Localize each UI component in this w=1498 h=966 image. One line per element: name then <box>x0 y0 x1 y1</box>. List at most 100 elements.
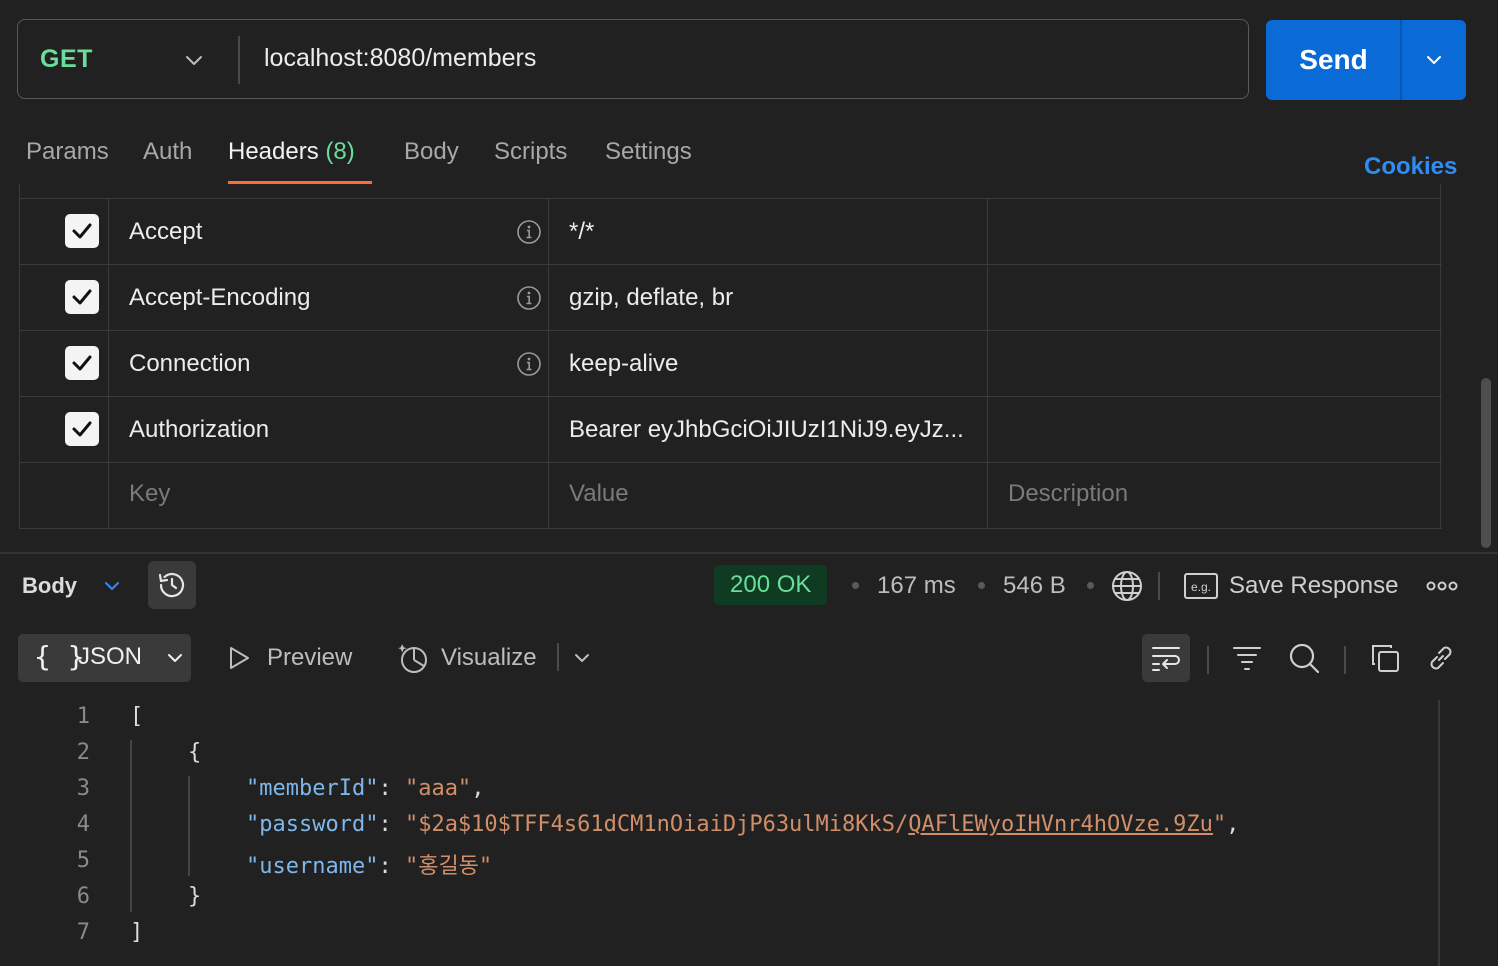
save-response-button[interactable]: Save Response <box>1229 572 1398 600</box>
braces-icon: { } <box>34 640 85 673</box>
json-key: "memberId" <box>246 776 379 801</box>
header-value[interactable]: */* <box>569 218 594 246</box>
tab-headers-label: Headers <box>228 138 319 165</box>
header-value[interactable]: Bearer eyJhbGciOiJIUzI1NiJ9.eyJz... <box>569 416 964 444</box>
line-number: 7 <box>76 920 90 945</box>
pane-divider[interactable] <box>0 552 1498 554</box>
format-select[interactable]: { } JSON <box>18 634 191 682</box>
status-badge[interactable]: 200 OK <box>714 565 828 605</box>
header-description[interactable] <box>988 397 1440 462</box>
globe-icon[interactable] <box>1110 569 1144 603</box>
row-checkbox[interactable] <box>65 280 99 314</box>
line-number: 2 <box>76 740 90 765</box>
chevron-down-icon[interactable] <box>182 48 206 72</box>
chevron-down-icon <box>1427 56 1441 64</box>
line-number: 3 <box>76 776 90 801</box>
header-key[interactable]: Accept-Encoding <box>129 284 310 312</box>
copy-icon[interactable] <box>1370 643 1400 673</box>
divider <box>557 643 559 671</box>
search-icon[interactable] <box>1288 642 1320 674</box>
more-options-icon[interactable] <box>1426 576 1458 596</box>
value-input[interactable]: Value <box>569 480 629 508</box>
response-body-label[interactable]: Body <box>22 573 77 599</box>
cookies-link[interactable]: Cookies <box>1364 153 1457 181</box>
tab-body[interactable]: Body <box>404 138 459 166</box>
info-icon[interactable] <box>516 285 542 311</box>
format-label: JSON <box>78 643 143 670</box>
line-number: 6 <box>76 884 90 909</box>
json-string-link[interactable]: QAFlEWyoIHVnr4hOVze.9Zu <box>908 812 1213 837</box>
header-key[interactable]: Accept <box>129 218 202 246</box>
key-input[interactable]: Key <box>129 480 170 508</box>
history-button[interactable] <box>148 561 196 609</box>
json-string: "$2a$10$TFF4s61dCM1nOiaiDjP63ulMi8KkS/ <box>404 812 909 837</box>
send-options-button[interactable] <box>1402 20 1466 100</box>
json-string: "aaa" <box>404 776 472 801</box>
chevron-down-icon <box>168 654 182 662</box>
tab-scripts[interactable]: Scripts <box>494 138 567 166</box>
scrollbar[interactable] <box>1481 378 1491 548</box>
url-input[interactable]: localhost:8080/members <box>264 44 536 73</box>
code-line: { <box>188 740 202 765</box>
line-number: 5 <box>76 848 90 873</box>
row-checkbox[interactable] <box>65 412 99 446</box>
json-string: " <box>1212 812 1227 837</box>
code-line: "password": "$2a$10$TFF4s61dCM1nOiaiDjP6… <box>246 812 1240 837</box>
header-description[interactable] <box>988 265 1440 330</box>
chevron-down-icon[interactable] <box>570 646 594 670</box>
tab-auth[interactable]: Auth <box>143 138 192 166</box>
row-checkbox[interactable] <box>65 214 99 248</box>
info-icon[interactable] <box>516 219 542 245</box>
headers-count-badge: (8) <box>325 138 355 165</box>
header-description[interactable] <box>988 199 1440 264</box>
tab-params[interactable]: Params <box>26 138 109 166</box>
checkmark-icon <box>72 421 92 437</box>
code-line: ] <box>130 920 144 945</box>
header-value[interactable]: gzip, deflate, br <box>569 284 733 312</box>
tab-headers[interactable]: Headers (8) <box>228 138 355 166</box>
code-line: "username": "홍길동" <box>246 854 493 879</box>
method-select[interactable]: GET <box>40 45 93 74</box>
json-string: "홍길동" <box>404 854 493 879</box>
response-size[interactable]: 546 B <box>1003 572 1066 600</box>
info-icon[interactable] <box>516 351 542 377</box>
description-input[interactable]: Description <box>1008 480 1128 508</box>
divider <box>1207 646 1209 674</box>
table-row: Accept */* <box>20 199 1442 265</box>
indent-guide <box>130 740 132 912</box>
header-key[interactable]: Connection <box>129 350 250 378</box>
preview-button[interactable]: Preview <box>267 644 352 672</box>
header-key[interactable]: Authorization <box>129 416 269 444</box>
line-number: 1 <box>76 704 90 729</box>
header-description[interactable] <box>988 331 1440 396</box>
header-value[interactable]: keep-alive <box>569 350 678 378</box>
divider <box>1344 646 1346 674</box>
chevron-down-icon[interactable] <box>100 574 124 598</box>
json-key: "username" <box>246 854 379 879</box>
history-icon <box>158 572 185 598</box>
separator-dot <box>852 582 859 589</box>
divider <box>1158 572 1160 600</box>
code-line: "memberId": "aaa", <box>246 776 485 801</box>
checkmark-icon <box>72 223 92 239</box>
wrap-lines-button[interactable] <box>1142 634 1190 682</box>
wrap-icon <box>1152 647 1180 671</box>
separator-dot <box>1087 582 1094 589</box>
visualize-icon[interactable] <box>397 641 431 675</box>
row-checkbox[interactable] <box>65 346 99 380</box>
send-button[interactable]: Send <box>1266 20 1401 100</box>
visualize-button[interactable]: Visualize <box>441 644 537 672</box>
link-icon[interactable] <box>1426 643 1456 673</box>
response-time[interactable]: 167 ms <box>877 572 956 600</box>
indent-guide <box>188 776 190 876</box>
json-key: "password" <box>246 812 379 837</box>
filter-icon[interactable] <box>1232 643 1262 673</box>
checkmark-icon <box>72 355 92 371</box>
table-row: Authorization Bearer eyJhbGciOiJIUzI1NiJ… <box>20 397 1442 463</box>
table-row: Accept-Encoding gzip, deflate, br <box>20 265 1442 331</box>
example-icon: e.g. <box>1184 573 1218 599</box>
headers-table: Accept */* Accept-Encoding gzip, deflate… <box>19 184 1442 529</box>
table-row: Connection keep-alive <box>20 331 1442 397</box>
tab-settings[interactable]: Settings <box>605 138 692 166</box>
play-icon[interactable] <box>226 644 252 672</box>
